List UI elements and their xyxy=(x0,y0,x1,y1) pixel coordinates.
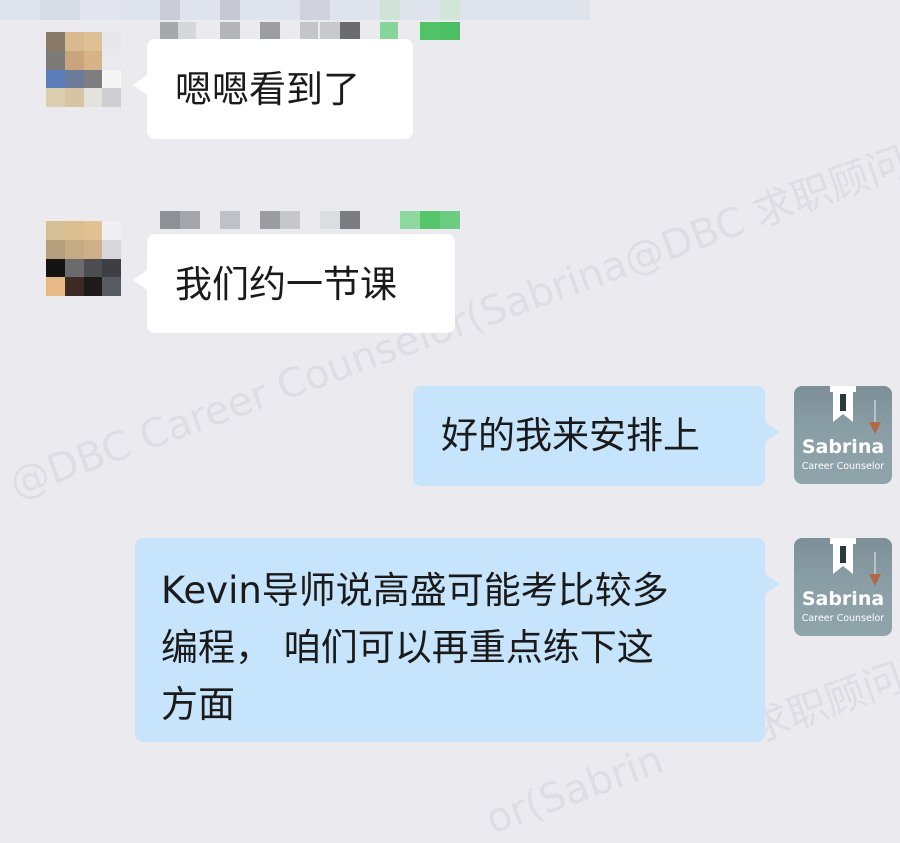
message-line: 方面 xyxy=(161,683,235,726)
avatar[interactable] xyxy=(46,221,121,296)
counselor-name: Sabrina xyxy=(801,436,885,458)
avatar[interactable] xyxy=(46,32,121,107)
top-pixelated-bar xyxy=(0,0,900,20)
logo-icon xyxy=(830,538,856,574)
message-bubble: 嗯嗯看到了 xyxy=(133,39,413,139)
counselor-title: Career Counselor xyxy=(801,613,885,624)
decoration-icon xyxy=(869,552,881,586)
message-text: 好的我来安排上 xyxy=(441,414,700,457)
sender-name-blurred xyxy=(160,211,460,229)
message-text: 我们约一节课 xyxy=(175,263,397,306)
avatar[interactable]: Sabrina Career Counselor xyxy=(794,538,892,636)
logo-icon xyxy=(830,386,856,422)
message-text: 嗯嗯看到了 xyxy=(175,68,360,111)
sender-name-blurred xyxy=(160,22,460,40)
watermark: or(Sabrin xyxy=(480,736,670,843)
message-bubble: Kevin导师说高盛可能考比较多 编程， 咱们可以再重点练下这 方面 xyxy=(135,538,779,742)
message-line: Kevin导师说高盛可能考比较多 xyxy=(161,569,669,612)
counselor-name: Sabrina xyxy=(801,588,885,610)
avatar[interactable]: Sabrina Career Counselor xyxy=(794,386,892,484)
message-bubble: 好的我来安排上 xyxy=(413,386,779,486)
decoration-icon xyxy=(869,400,881,434)
message-line: 编程， 咱们可以再重点练下这 xyxy=(161,626,654,669)
message-bubble: 我们约一节课 xyxy=(133,234,455,333)
counselor-title: Career Counselor xyxy=(801,461,885,472)
